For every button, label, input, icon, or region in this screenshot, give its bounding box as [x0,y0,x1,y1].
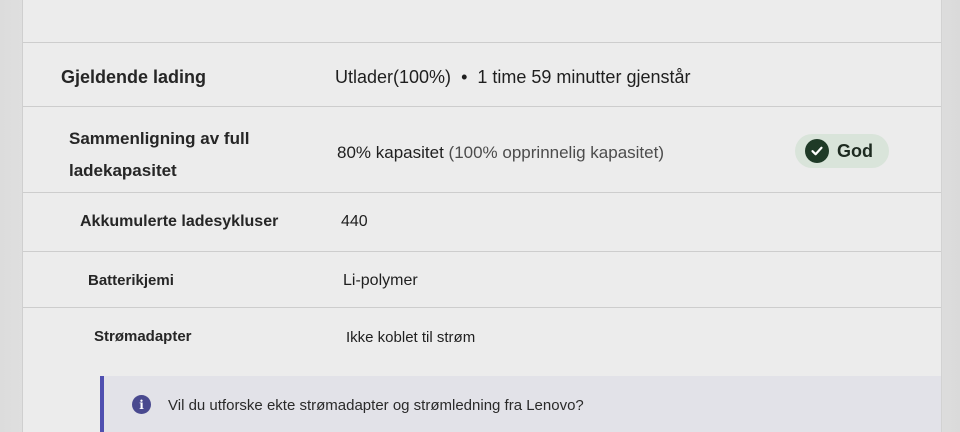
row-label-full-charge-capacity: Sammenligning av full ladekapasitet [69,129,250,180]
row-label-power-adapter: Strømadapter [94,328,192,345]
time-remaining: 1 time 59 minutter gjenstår [477,67,691,87]
separator-dot: • [461,67,468,87]
health-status-label: God [837,140,873,161]
row-value-full-charge-capacity: 80% kapasitet (100% opprinnelig kapasite… [337,143,664,163]
row-label-current-charge: Gjeldende lading [61,67,207,87]
info-banner-text: Vil du utforske ekte strømadapter og str… [168,397,584,414]
row-value-battery-chemistry: Li-polymer [343,272,418,289]
row-value-power-adapter: Ikke koblet til strøm [346,329,476,346]
row-charge-cycles: Akkumulerte ladesykluser 440 [23,192,941,252]
row-value-current-charge: Utlader(100%) • 1 time 59 minutter gjenstå… [335,67,690,88]
charge-status: Utlader(100%) [335,67,452,87]
health-status-badge: God [795,134,889,168]
checkmark-circle-icon [805,139,829,163]
screen: Gjeldende lading Utlader(100%) • 1 time 59… [0,0,960,432]
row-battery-chemistry: Batterikjemi Li-polymer [23,251,941,308]
row-label-charge-cycles: Akkumulerte ladesykluser [80,213,279,230]
capacity-value: 80% kapasitet [337,143,444,162]
row-value-charge-cycles: 440 [341,213,368,230]
row-label-battery-chemistry: Batterikjemi [88,272,174,289]
original-capacity-note: (100% opprinnelig kapasitet) [448,143,664,162]
row-power-adapter: Strømadapter Ikke koblet til strøm [23,307,941,368]
lenovo-adapter-info-banner[interactable]: i Vil du utforske ekte strømadapter og s… [100,376,941,432]
battery-details-panel: Gjeldende lading Utlader(100%) • 1 time 59… [22,0,942,432]
info-icon: i [132,395,151,414]
row-current-charge: Gjeldende lading Utlader(100%) • 1 time 59… [23,42,941,107]
row-full-charge-capacity: Sammenligning av full ladekapasitet 80% … [23,106,941,193]
